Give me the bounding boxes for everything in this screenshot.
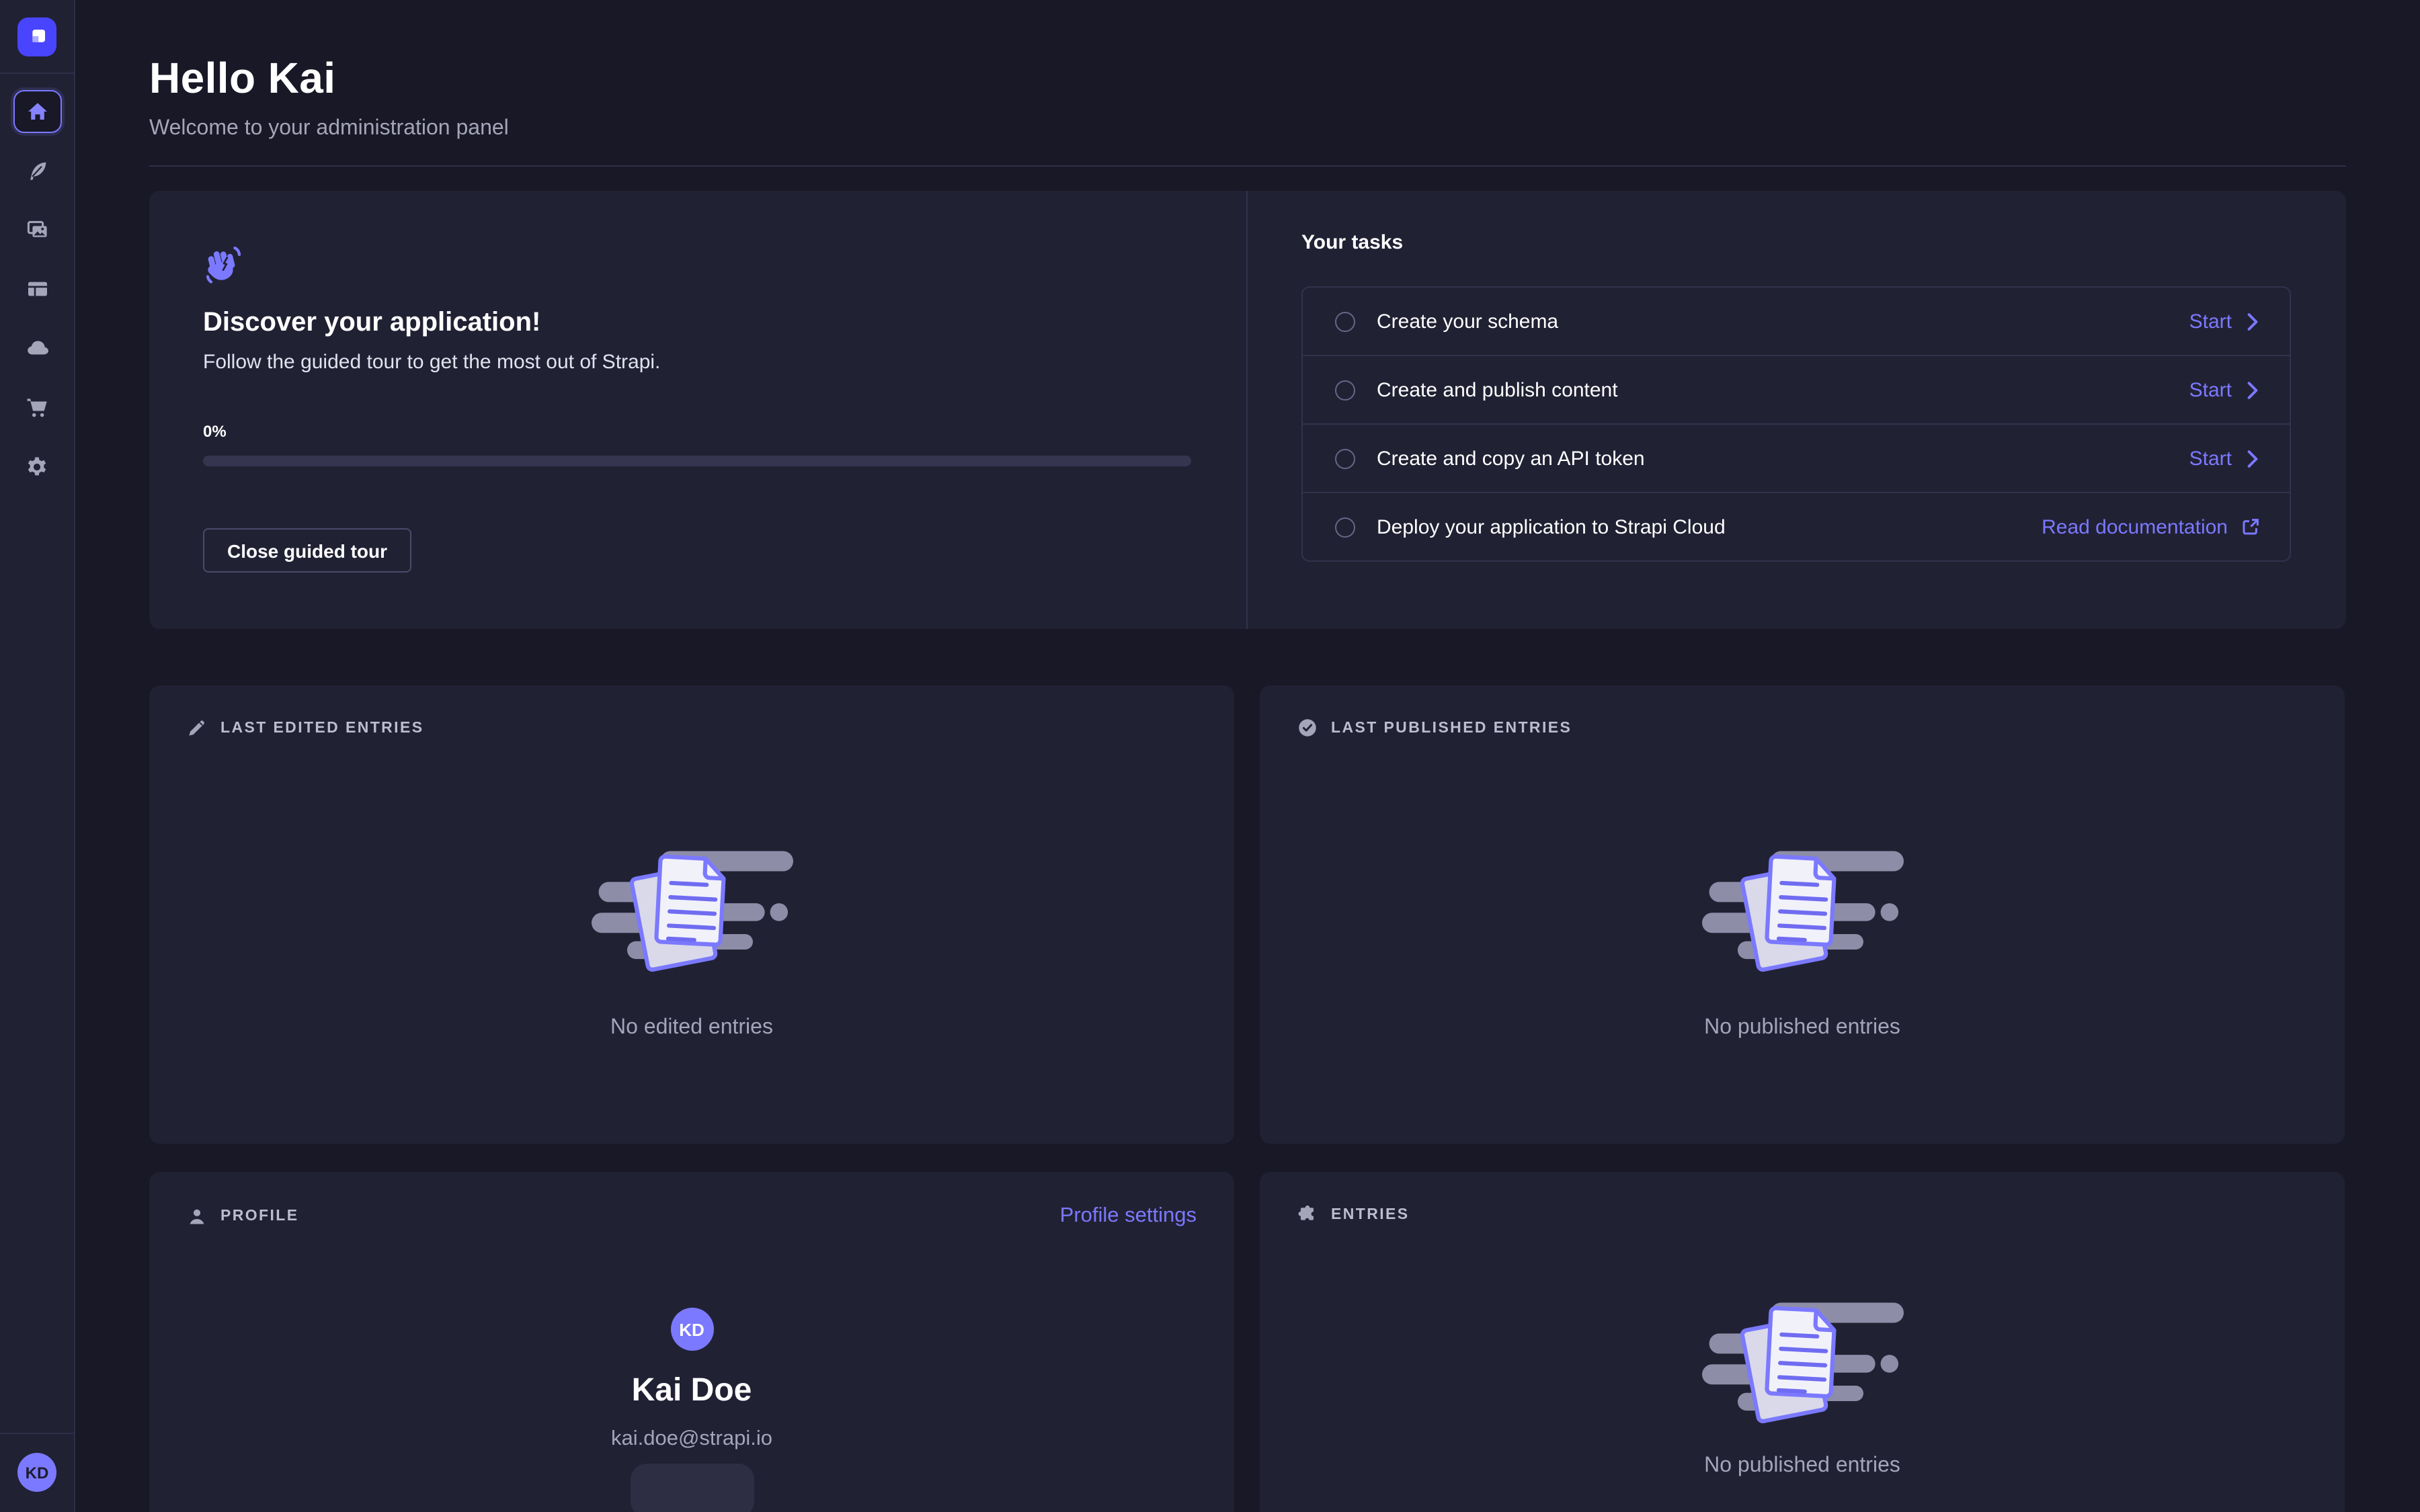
sidebar-item-marketplace[interactable]: [13, 386, 61, 429]
chevron-right-icon: [2245, 312, 2260, 330]
task-start-link[interactable]: Start: [2189, 310, 2260, 333]
external-link-icon: [2241, 517, 2260, 536]
puzzle-icon: [1297, 1204, 1318, 1224]
task-status-circle: [1335, 311, 1355, 331]
profile-role-badge: [630, 1464, 754, 1512]
empty-state: No published entries: [1260, 738, 2345, 1144]
task-label: Create your schema: [1377, 310, 1558, 333]
widget-title: LAST PUBLISHED ENTRIES: [1331, 720, 1572, 736]
task-row-create-schema[interactable]: Create your schema Start: [1301, 286, 2291, 356]
pictures-icon: [26, 219, 48, 241]
page-subtitle: Welcome to your administration panel: [149, 117, 2346, 141]
widget-title: PROFILE: [220, 1208, 299, 1224]
user-avatar[interactable]: KD: [17, 1453, 56, 1492]
chevron-right-icon: [2245, 381, 2260, 398]
task-action-label: Start: [2189, 378, 2232, 401]
sidebar-item-content-manager[interactable]: [13, 149, 61, 192]
task-action-label: Start: [2189, 447, 2232, 470]
page-header: Hello Kai Welcome to your administration…: [149, 54, 2346, 141]
empty-state-text: No published entries: [1704, 1454, 1900, 1478]
tasks-section: Your tasks Create your schema Start: [1248, 191, 2346, 629]
gear-icon: [26, 455, 48, 478]
guided-tour-subtitle: Follow the guided tour to get the most o…: [203, 351, 1193, 374]
task-start-link[interactable]: Start: [2189, 378, 2260, 401]
strapi-logo[interactable]: [17, 17, 56, 56]
last-published-entries-widget: LAST PUBLISHED ENTRIES: [1260, 685, 2345, 1144]
last-edited-entries-widget: LAST EDITED ENTRIES: [149, 685, 1234, 1144]
empty-state: No published entries: [1260, 1224, 2345, 1512]
sidebar-item-home[interactable]: [13, 90, 61, 133]
widget-title: ENTRIES: [1331, 1206, 1410, 1222]
task-row-publish-content[interactable]: Create and publish content Start: [1301, 355, 2291, 425]
profile-widget: PROFILE Profile settings KD Kai Doe kai.…: [149, 1172, 1234, 1512]
header-divider: [149, 165, 2346, 167]
guided-tour-section: Discover your application! Follow the gu…: [149, 191, 1248, 629]
widget-header: ENTRIES: [1260, 1172, 2345, 1224]
widgets-grid: LAST EDITED ENTRIES: [149, 685, 2346, 1512]
task-action-label: Read documentation: [2042, 515, 2228, 538]
cart-icon: [26, 396, 48, 419]
task-label: Create and publish content: [1377, 378, 1618, 401]
chevron-right-icon: [2245, 450, 2260, 467]
sidebar-divider: [0, 73, 75, 74]
guided-tour-progressbar: [203, 456, 1191, 466]
widget-header: PROFILE Profile settings: [149, 1172, 1234, 1228]
profile-avatar: KD: [670, 1308, 713, 1351]
sidebar-nav-list: [13, 90, 61, 488]
sidebar-item-cloud[interactable]: [13, 327, 61, 370]
guided-tour-card: Discover your application! Follow the gu…: [149, 191, 2346, 629]
sidebar-item-settings[interactable]: [13, 445, 61, 488]
strapi-admin-dashboard: KD Hello Kai Welcome to your administrat…: [0, 0, 2420, 1512]
task-row-deploy-cloud[interactable]: Deploy your application to Strapi Cloud …: [1301, 492, 2291, 562]
sidebar-item-media-library[interactable]: [13, 208, 61, 251]
layout-icon: [26, 278, 48, 300]
task-status-circle: [1335, 517, 1355, 537]
widget-title: LAST EDITED ENTRIES: [220, 720, 424, 736]
main-content: Hello Kai Welcome to your administration…: [75, 0, 2420, 1512]
sidebar-bottom-divider: [0, 1433, 75, 1434]
guided-tour-title: Discover your application!: [203, 308, 1193, 339]
progress-percent-label: 0%: [203, 422, 1193, 441]
cloud-icon: [26, 337, 48, 360]
task-status-circle: [1335, 448, 1355, 468]
sidebar-item-content-type-builder[interactable]: [13, 267, 61, 310]
task-start-link[interactable]: Start: [2189, 447, 2260, 470]
strapi-logo-icon: [27, 27, 47, 47]
task-action-label: Start: [2189, 310, 2232, 333]
profile-body: KD Kai Doe kai.doe@strapi.io: [149, 1228, 1234, 1512]
task-label: Deploy your application to Strapi Cloud: [1377, 515, 1726, 538]
task-status-circle: [1335, 380, 1355, 400]
profile-name: Kai Doe: [632, 1372, 752, 1410]
empty-state: No edited entries: [149, 738, 1234, 1144]
entries-widget: ENTRIES: [1260, 1172, 2345, 1512]
waving-hand-icon: [203, 242, 245, 286]
empty-state-text: No published entries: [1704, 1015, 1900, 1040]
close-guided-tour-button[interactable]: Close guided tour: [203, 528, 411, 573]
empty-documents-illustration: [1701, 831, 1903, 986]
main-navigation: KD: [0, 0, 75, 1512]
task-label: Create and copy an API token: [1377, 447, 1645, 470]
read-documentation-link[interactable]: Read documentation: [2042, 515, 2260, 538]
sidebar-bottom: KD: [0, 1433, 75, 1512]
widget-header: LAST EDITED ENTRIES: [149, 685, 1234, 738]
empty-state-text: No edited entries: [610, 1015, 773, 1040]
feather-icon: [26, 160, 48, 181]
empty-documents-illustration: [591, 831, 793, 986]
empty-documents-illustration: [1701, 1284, 1903, 1438]
task-list: Create your schema Start Create and publ…: [1301, 286, 2291, 562]
task-row-api-token[interactable]: Create and copy an API token Start: [1301, 423, 2291, 493]
profile-email: kai.doe@strapi.io: [611, 1427, 772, 1452]
home-icon: [26, 101, 48, 122]
tasks-title: Your tasks: [1301, 231, 2291, 254]
profile-settings-link[interactable]: Profile settings: [1060, 1204, 1197, 1228]
widget-header: LAST PUBLISHED ENTRIES: [1260, 685, 2345, 738]
page-title: Hello Kai: [149, 54, 2346, 103]
person-icon: [187, 1206, 207, 1226]
check-circle-icon: [1297, 718, 1318, 738]
pencil-icon: [187, 718, 207, 738]
